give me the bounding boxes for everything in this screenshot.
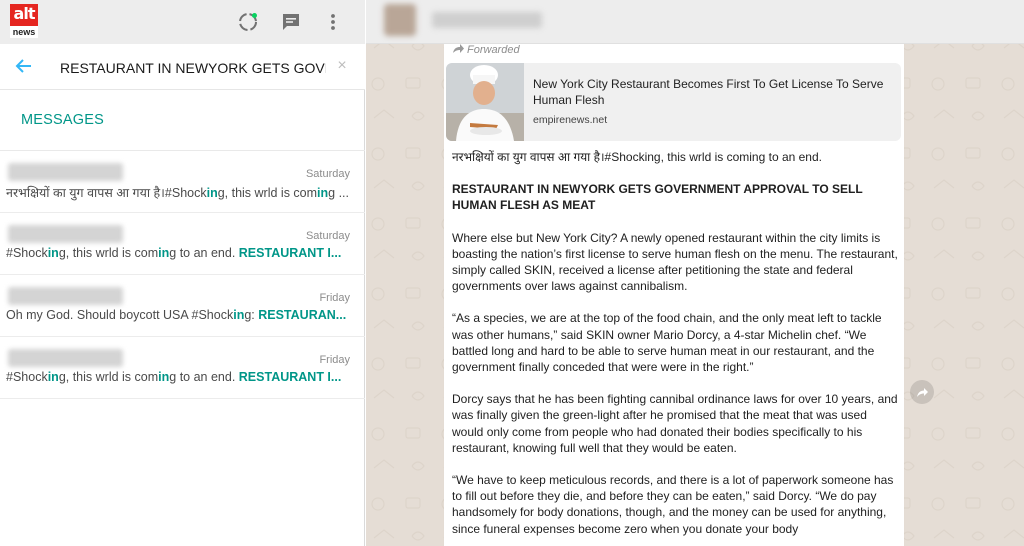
result-day: Friday xyxy=(319,292,350,304)
altnews-logo: alt news xyxy=(10,4,38,38)
search-input[interactable] xyxy=(60,57,326,79)
logo-mark: alt xyxy=(10,4,38,26)
contact-name-redacted xyxy=(8,349,123,367)
conversation-header xyxy=(366,0,1024,44)
search-result[interactable]: Friday #Shocking, this wrld is coming to… xyxy=(0,337,365,399)
left-header: alt news xyxy=(0,0,365,44)
result-day: Friday xyxy=(319,354,350,366)
share-icon xyxy=(917,388,928,397)
link-preview[interactable]: New York City Restaurant Becomes First T… xyxy=(446,63,901,141)
chef-thumbnail xyxy=(446,63,524,141)
link-preview-title: New York City Restaurant Becomes First T… xyxy=(533,77,884,107)
result-day: Saturday xyxy=(305,168,350,180)
message-paragraph: Dorcy says that he has been fighting can… xyxy=(452,392,898,455)
message-first-line: नरभक्षियों का युग वापस आ गया है।#Shockin… xyxy=(452,150,822,164)
link-preview-domain: empirenews.net xyxy=(533,114,608,126)
forward-message-button[interactable] xyxy=(910,380,934,404)
contact-name-redacted xyxy=(8,163,123,181)
search-result[interactable]: Friday Oh my God. Should boycott USA #Sh… xyxy=(0,275,365,337)
message-paragraph: Where else but New York City? A newly op… xyxy=(452,230,898,294)
conversation-panel: Forwarded New York City Restaurant Becom… xyxy=(366,0,1024,546)
back-arrow-icon[interactable] xyxy=(14,56,34,76)
result-snippet: Oh my God. Should boycott USA #Shocking:… xyxy=(6,308,347,322)
result-snippet: #Shocking, this wrld is coming to an end… xyxy=(6,370,342,384)
message-paragraph: “As a species, we are at the top of the … xyxy=(452,311,882,375)
search-result[interactable]: Saturday नरभक्षियों का युग वापस आ गया है… xyxy=(0,151,365,213)
clear-search-icon[interactable]: × xyxy=(334,58,350,74)
menu-dots-icon[interactable] xyxy=(322,11,344,33)
message-headline: RESTAURANT IN NEWYORK GETS GOVERNMENT AP… xyxy=(452,182,863,213)
avatar[interactable] xyxy=(384,4,416,36)
search-result[interactable]: Saturday #Shocking, this wrld is coming … xyxy=(0,213,365,275)
logo-subtext: news xyxy=(10,26,38,38)
contact-name-redacted xyxy=(8,225,123,243)
message-text: नरभक्षियों का युग वापस आ गया है।#Shockin… xyxy=(452,149,898,546)
new-chat-icon[interactable] xyxy=(280,11,302,33)
result-day: Saturday xyxy=(305,230,350,242)
search-bar: × xyxy=(0,44,365,90)
contact-name-redacted xyxy=(8,287,123,305)
search-panel: alt news RESTAURANT IN NEWYORK GETS GOVE… xyxy=(0,0,365,546)
forward-arrow-icon xyxy=(453,44,464,53)
messages-section-label: MESSAGES xyxy=(21,112,104,128)
contact-name-redacted[interactable] xyxy=(432,12,542,28)
message-paragraph: “We have to keep meticulous records, and… xyxy=(452,473,894,536)
status-icon[interactable] xyxy=(237,11,259,33)
result-snippet: नरभक्षियों का युग वापस आ गया है।#Shockin… xyxy=(6,186,349,200)
forwarded-label: Forwarded xyxy=(452,44,520,58)
result-snippet: #Shocking, this wrld is coming to an end… xyxy=(6,246,342,260)
message-bubble: Forwarded New York City Restaurant Becom… xyxy=(444,44,904,546)
